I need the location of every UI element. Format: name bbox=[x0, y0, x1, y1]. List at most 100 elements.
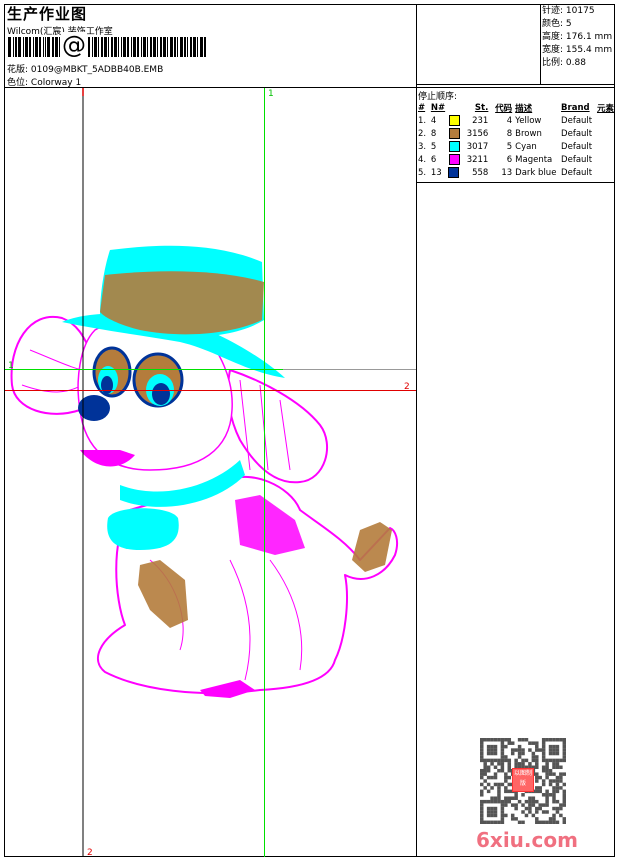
barcode-bar bbox=[204, 37, 206, 57]
barcode-bar bbox=[197, 37, 198, 57]
stop-stitches: 3017 bbox=[466, 141, 489, 152]
color-swatch bbox=[449, 128, 460, 139]
qr-module bbox=[486, 810, 491, 814]
qr-module bbox=[545, 775, 549, 780]
info-bottom bbox=[416, 84, 615, 85]
qr-module bbox=[493, 775, 498, 780]
qr-module bbox=[552, 793, 556, 797]
qr-module bbox=[500, 765, 505, 770]
qr-module bbox=[486, 751, 491, 756]
qr-module bbox=[562, 820, 566, 824]
stop-row: 4. 6 3211 6 Magenta Default bbox=[418, 153, 614, 166]
qr-module bbox=[531, 755, 536, 759]
qr-module bbox=[552, 762, 556, 766]
qr-module bbox=[486, 820, 491, 824]
barcode-bar bbox=[88, 37, 90, 57]
qr-module bbox=[552, 786, 556, 790]
qr-module bbox=[562, 782, 566, 787]
barcode-bar bbox=[35, 37, 38, 57]
foot-patch bbox=[200, 680, 255, 698]
qr-module bbox=[500, 744, 505, 749]
qr-module bbox=[493, 810, 498, 814]
info-height: 高度: 176.1 mm bbox=[542, 32, 613, 42]
qr-module bbox=[483, 779, 487, 783]
stop-stitches: 558 bbox=[472, 167, 489, 178]
qr-module bbox=[535, 762, 539, 766]
qr-module bbox=[545, 768, 549, 773]
qr-module bbox=[524, 813, 529, 818]
qr-module bbox=[538, 803, 542, 807]
qr-module bbox=[483, 799, 487, 804]
stop-stitches: 231 bbox=[472, 115, 489, 126]
barcode-bar bbox=[123, 37, 126, 57]
qr-module bbox=[548, 772, 553, 776]
qr-module bbox=[514, 793, 518, 797]
qr-module bbox=[483, 738, 487, 742]
qr-module bbox=[517, 820, 522, 824]
qr-module bbox=[480, 799, 484, 804]
qr-module bbox=[480, 817, 484, 821]
qr-module bbox=[514, 796, 518, 800]
qr-module bbox=[535, 758, 539, 763]
qr-module bbox=[524, 806, 529, 811]
qr-module bbox=[480, 803, 484, 807]
qr-module bbox=[552, 748, 556, 752]
qr-module bbox=[552, 799, 556, 804]
right-ear bbox=[227, 369, 329, 484]
qr-module bbox=[562, 789, 566, 794]
qr-module bbox=[545, 738, 549, 742]
qr-module bbox=[531, 796, 536, 800]
qr-module bbox=[490, 799, 494, 804]
qr-module bbox=[562, 803, 566, 807]
barcode-bar bbox=[133, 37, 136, 57]
stop-needle: 8 bbox=[430, 129, 437, 139]
stop-row: 5. 13 558 13 Dark blue Default bbox=[418, 166, 614, 179]
qr-module bbox=[541, 744, 546, 749]
stop-desc: Brown bbox=[515, 128, 542, 139]
info-divider bbox=[540, 4, 541, 84]
qr-module bbox=[562, 751, 566, 756]
barcode-bar bbox=[163, 37, 166, 57]
qr-module bbox=[480, 820, 484, 824]
qr-module bbox=[562, 741, 566, 745]
qr-module bbox=[555, 820, 560, 824]
stop-index: 5. bbox=[418, 167, 427, 178]
qr-module bbox=[493, 782, 498, 787]
qr-module bbox=[504, 803, 508, 807]
qr-module bbox=[535, 772, 539, 776]
stop-needle: 6 bbox=[430, 155, 437, 165]
qr-module bbox=[548, 782, 553, 787]
qr-module bbox=[480, 751, 484, 756]
qr-module bbox=[541, 755, 546, 759]
qr-module bbox=[548, 738, 553, 742]
qr-module bbox=[500, 738, 505, 742]
qr-module bbox=[486, 748, 491, 752]
qr-module bbox=[500, 762, 505, 766]
qr-module bbox=[510, 751, 515, 756]
qr-module bbox=[500, 768, 505, 773]
qr-module bbox=[480, 738, 484, 742]
qr-module bbox=[562, 796, 566, 800]
stop-index: 3. bbox=[418, 141, 427, 152]
qr-module bbox=[493, 799, 498, 804]
qr-module bbox=[504, 813, 508, 818]
qr-module bbox=[555, 810, 560, 814]
qr-module bbox=[493, 744, 498, 749]
qr-module bbox=[480, 758, 484, 763]
stop-row: 1. 4 231 4 Yellow Default bbox=[418, 114, 614, 127]
qr-module bbox=[497, 796, 501, 800]
qr-module bbox=[541, 748, 546, 752]
qr-module bbox=[493, 765, 498, 770]
qr-module bbox=[483, 772, 487, 776]
color-swatch bbox=[449, 141, 460, 152]
qr-module bbox=[535, 786, 539, 790]
qr-module bbox=[507, 765, 512, 770]
qr-module bbox=[500, 782, 505, 787]
qr-module bbox=[555, 786, 560, 790]
qr-module bbox=[535, 765, 539, 770]
design-info: 针迹: 10175 颜色: 5 高度: 176.1 mm 宽度: 155.4 m… bbox=[542, 5, 612, 70]
barcode-bar bbox=[33, 37, 34, 57]
qr-module bbox=[535, 744, 539, 749]
qr-module bbox=[555, 744, 560, 749]
stop-row: 3. 5 3017 5 Cyan Default bbox=[418, 140, 614, 153]
